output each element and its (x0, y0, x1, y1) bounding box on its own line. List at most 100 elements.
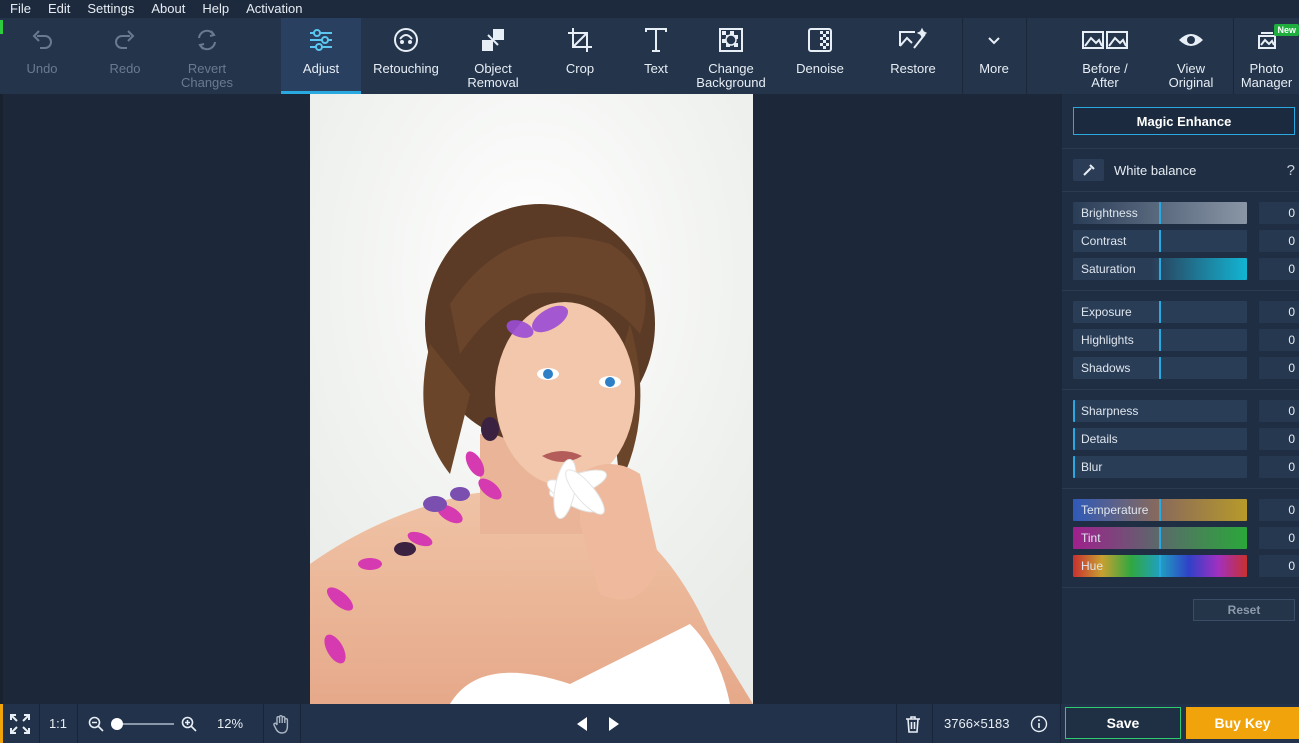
delete-button[interactable] (903, 714, 923, 734)
change-label-2: Background (696, 75, 766, 90)
slider-blur[interactable]: Blur 0 (1073, 456, 1299, 478)
zoom-slider-handle[interactable] (111, 718, 123, 730)
undo-button[interactable]: Undo (0, 18, 84, 94)
slider-handle[interactable] (1073, 456, 1075, 478)
revert-label-1: Revert (187, 61, 227, 76)
slider-brightness[interactable]: Brightness 0 (1073, 202, 1299, 224)
menu-activation[interactable]: Activation (236, 0, 309, 18)
face-icon (394, 28, 418, 52)
tab-text[interactable]: Text (620, 18, 692, 94)
tab-object-removal[interactable]: Object Removal (451, 18, 535, 94)
tab-denoise[interactable]: Denoise (780, 18, 860, 94)
photo-preview[interactable] (310, 94, 753, 704)
new-badge: New (1274, 24, 1299, 36)
pan-tool-button[interactable] (271, 713, 293, 735)
tab-change-background[interactable]: Change Background (692, 18, 770, 94)
zoom-in-button[interactable] (181, 716, 197, 732)
slider-handle[interactable] (1159, 357, 1161, 379)
slider-handle[interactable] (1073, 428, 1075, 450)
slider-handle[interactable] (1159, 301, 1161, 323)
tab-crop[interactable]: Crop (540, 18, 620, 94)
slider-label: Shadows (1081, 361, 1131, 375)
tab-restore[interactable]: Restore (868, 18, 958, 94)
reset-button[interactable]: Reset (1193, 599, 1295, 621)
info-button[interactable] (1030, 715, 1048, 733)
menu-about[interactable]: About (141, 0, 192, 18)
next-image-button[interactable] (606, 715, 622, 733)
save-button[interactable]: Save (1065, 707, 1181, 739)
slider-value[interactable]: 0 (1259, 202, 1299, 224)
crop-label: Crop (565, 61, 595, 76)
tab-retouching[interactable]: Retouching (361, 18, 451, 94)
slider-value[interactable]: 0 (1259, 527, 1299, 549)
eyedropper-button[interactable] (1073, 159, 1104, 181)
zoom-out-button[interactable] (88, 716, 104, 732)
slider-sharpness[interactable]: Sharpness 0 (1073, 400, 1299, 422)
view-label-2: Original (1168, 75, 1214, 90)
menu-settings[interactable]: Settings (77, 0, 141, 18)
slider-hue[interactable]: Hue 0 (1073, 555, 1299, 577)
slider-value[interactable]: 0 (1259, 428, 1299, 450)
view-original-button[interactable]: View Original (1152, 18, 1230, 94)
buy-key-button[interactable]: Buy Key (1186, 707, 1299, 739)
revert-changes-button[interactable]: Revert Changes (166, 18, 248, 94)
slider-tint[interactable]: Tint 0 (1073, 527, 1299, 549)
slider-value[interactable]: 0 (1259, 230, 1299, 252)
slider-value[interactable]: 0 (1259, 329, 1299, 351)
slider-handle[interactable] (1159, 202, 1161, 224)
before-after-button[interactable]: Before / After (1066, 18, 1144, 94)
slider-handle[interactable] (1159, 499, 1161, 521)
slider-exposure[interactable]: Exposure 0 (1073, 301, 1299, 323)
fullscreen-icon (10, 714, 30, 734)
slider-handle[interactable] (1159, 258, 1161, 280)
view-label-1: View (1177, 61, 1205, 76)
slider-shadows[interactable]: Shadows 0 (1073, 357, 1299, 379)
slider-label: Saturation (1081, 262, 1136, 276)
slider-value[interactable]: 0 (1259, 499, 1299, 521)
before-label-1: Before / (1082, 61, 1128, 76)
app-window: File Edit Settings About Help Activation… (0, 0, 1299, 743)
slider-label: Blur (1081, 460, 1103, 474)
eyedropper-icon (1082, 164, 1095, 176)
magic-enhance-button[interactable]: Magic Enhance (1073, 107, 1295, 135)
slider-label: Highlights (1081, 333, 1134, 347)
slider-saturation[interactable]: Saturation 0 (1073, 258, 1299, 280)
menu-edit[interactable]: Edit (38, 0, 77, 18)
slider-label: Hue (1081, 559, 1104, 573)
slider-handle[interactable] (1159, 527, 1161, 549)
zoom-out-icon (88, 716, 104, 732)
slider-value[interactable]: 0 (1259, 400, 1299, 422)
slider-handle[interactable] (1159, 230, 1161, 252)
info-icon (1030, 715, 1048, 733)
photo-manager-button[interactable]: New Photo Manager (1234, 18, 1299, 94)
slider-handle[interactable] (1073, 400, 1075, 422)
slider-temperature[interactable]: Temperature 0 (1073, 499, 1299, 521)
eye-icon (1179, 34, 1203, 46)
bottom-divider (1060, 704, 1061, 743)
slider-value[interactable]: 0 (1259, 357, 1299, 379)
slider-value[interactable]: 0 (1259, 301, 1299, 323)
menu-help[interactable]: Help (192, 0, 236, 18)
tab-adjust[interactable]: Adjust (281, 18, 361, 94)
slider-contrast[interactable]: Contrast 0 (1073, 230, 1299, 252)
image-dimensions: 3766×5183 (944, 716, 1010, 731)
more-button[interactable]: More (963, 18, 1025, 94)
slider-value[interactable]: 0 (1259, 555, 1299, 577)
slider-handle[interactable] (1159, 555, 1161, 577)
previous-image-button[interactable] (574, 715, 590, 733)
change-label-1: Change (708, 61, 754, 76)
help-icon[interactable]: ? (1287, 162, 1295, 179)
white-balance-label: White balance (1114, 162, 1197, 178)
restore-icon (899, 27, 928, 49)
redo-button[interactable]: Redo (84, 18, 166, 94)
slider-highlights[interactable]: Highlights 0 (1073, 329, 1299, 351)
slider-value[interactable]: 0 (1259, 258, 1299, 280)
arrow-right-icon (609, 717, 619, 731)
actual-size-button[interactable]: 1:1 (40, 704, 76, 743)
slider-handle[interactable] (1159, 329, 1161, 351)
fit-screen-button[interactable] (8, 712, 32, 736)
menu-file[interactable]: File (0, 0, 38, 18)
slider-details[interactable]: Details 0 (1073, 428, 1299, 450)
slider-value[interactable]: 0 (1259, 456, 1299, 478)
status-indicator (0, 704, 3, 743)
